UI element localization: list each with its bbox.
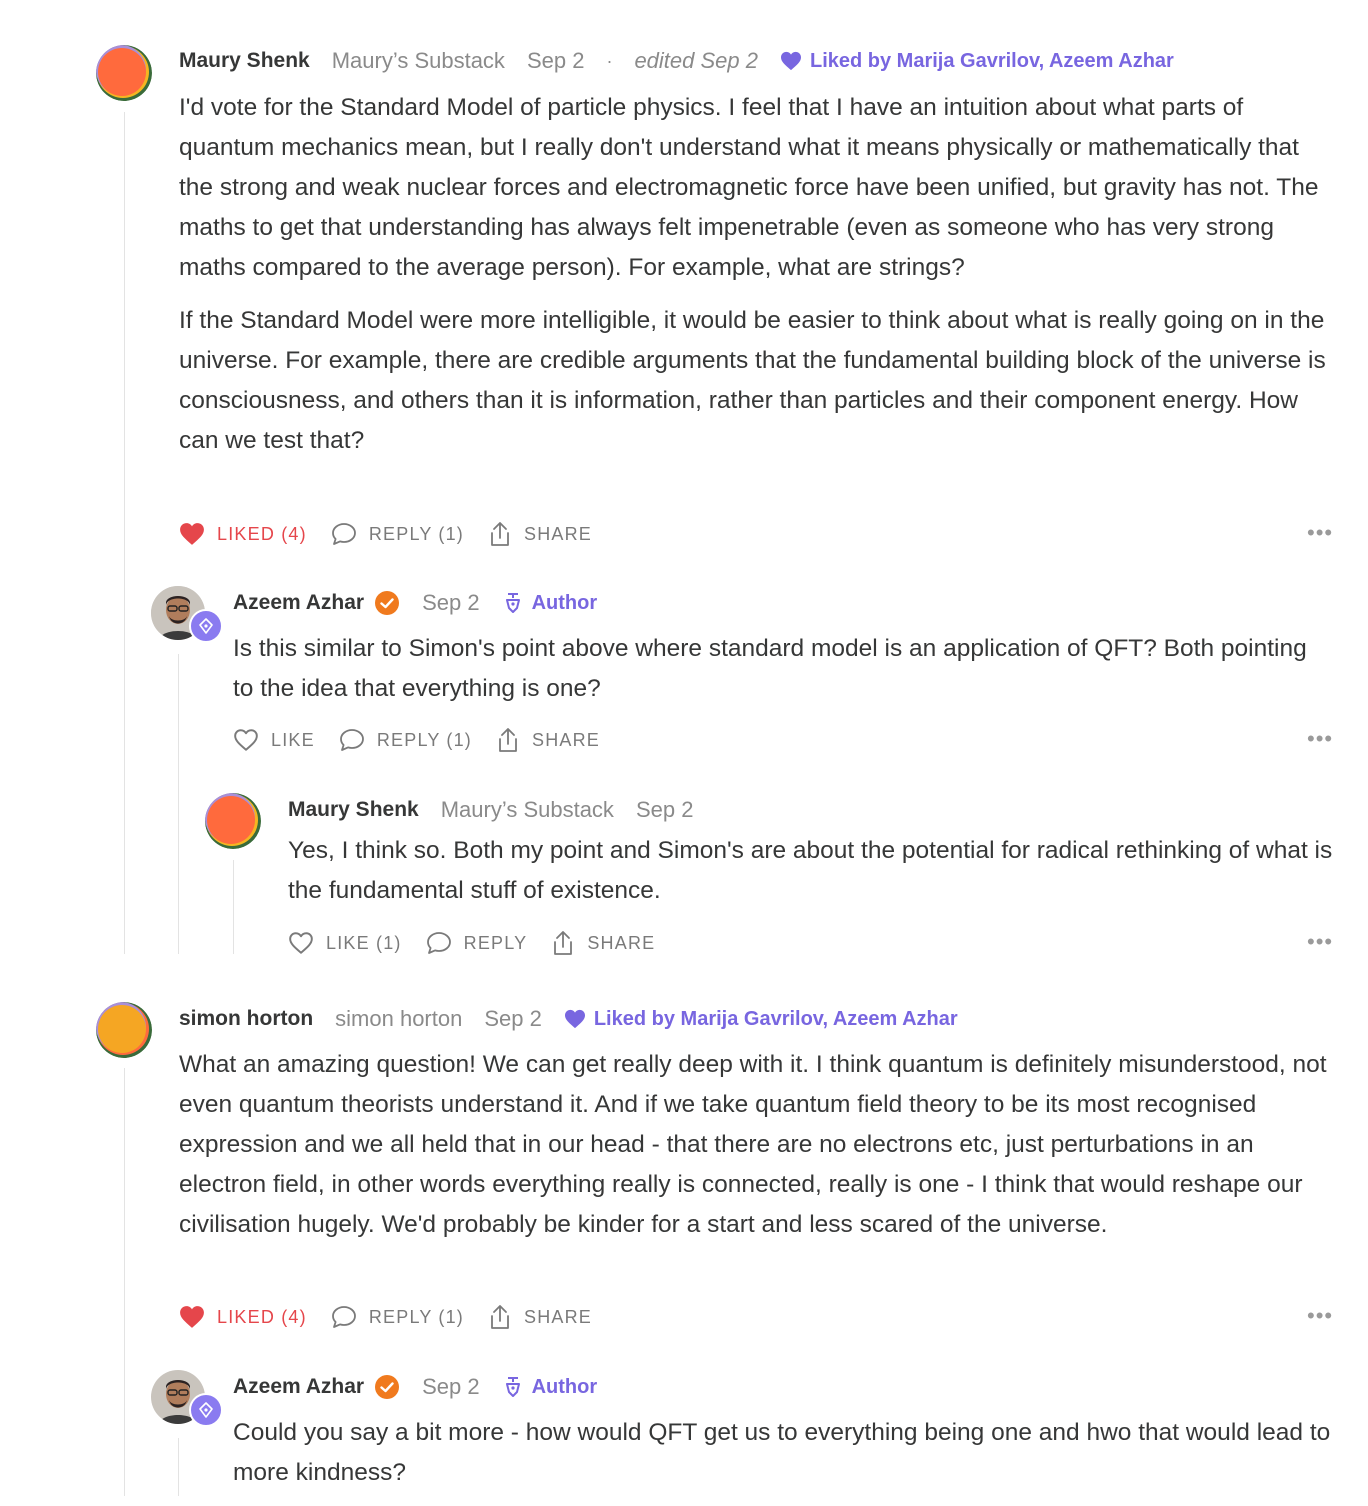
comment-body: I'd vote for the Standard Model of parti…: [179, 88, 1339, 474]
like-label: LIKE: [271, 729, 315, 750]
author-badge-icon: [189, 1393, 223, 1427]
comment-actions: LIKED (4) REPLY (1) SHARE: [179, 520, 616, 548]
avatar[interactable]: [96, 45, 152, 101]
comment-paragraph: Is this similar to Simon's point above w…: [233, 635, 1307, 702]
comment-header: simon horton simon horton Sep 2 Liked by…: [179, 1004, 958, 1034]
comment-actions: LIKE REPLY (1) SHARE: [233, 726, 624, 754]
comment-header: Maury Shenk Maury’s Substack Sep 2: [288, 795, 693, 825]
share-icon: [554, 931, 573, 955]
thread-line: [124, 112, 125, 954]
comment-bubble-icon: [426, 932, 451, 954]
author-name[interactable]: Azeem Azhar: [233, 1375, 364, 1399]
comment-date[interactable]: Sep 2: [636, 797, 694, 823]
comment-bubble-icon: [331, 523, 356, 545]
share-button[interactable]: SHARE: [551, 930, 655, 956]
verified-check-icon: [374, 1374, 400, 1400]
liked-by: Liked by Marija Gavrilov, Azeem Azhar: [780, 50, 1174, 73]
reply-button[interactable]: REPLY (1): [331, 1305, 464, 1329]
avatar[interactable]: [205, 793, 261, 849]
share-button[interactable]: SHARE: [488, 521, 592, 547]
comment-header: Maury Shenk Maury’s Substack Sep 2 · edi…: [179, 46, 1174, 76]
heart-outline-icon: [289, 932, 313, 954]
comment-actions: LIKE (1) REPLY SHARE: [288, 929, 679, 957]
comment-actions: LIKED (4) REPLY (1) SHARE: [179, 1303, 616, 1331]
more-options-icon[interactable]: •••: [1307, 929, 1333, 955]
heart-icon: [564, 1009, 585, 1029]
comment-date[interactable]: Sep 2: [484, 1006, 542, 1032]
author-tag-label: Author: [531, 1375, 598, 1398]
author-tag: Author: [504, 591, 598, 615]
thread-line: [178, 1438, 179, 1496]
comment-header: Azeem Azhar Sep 2 Author: [233, 588, 597, 618]
more-options-icon[interactable]: •••: [1307, 1303, 1333, 1329]
share-icon: [491, 1305, 509, 1329]
like-button[interactable]: LIKED (4): [179, 1305, 307, 1329]
author-name[interactable]: simon horton: [179, 1007, 313, 1031]
like-button[interactable]: LIKED (4): [179, 522, 307, 546]
edited-date: edited Sep 2: [634, 48, 758, 73]
reply-button[interactable]: REPLY (1): [339, 728, 472, 752]
comment-body: Is this similar to Simon's point above w…: [233, 629, 1333, 722]
publication-name[interactable]: Maury’s Substack: [332, 48, 505, 74]
comment-paragraph: What an amazing question! We can get rea…: [179, 1051, 1327, 1238]
author-tag: Author: [504, 1375, 598, 1399]
comment-paragraph: Yes, I think so. Both my point and Simon…: [288, 837, 1333, 904]
reply-button[interactable]: REPLY (1): [331, 522, 464, 546]
heart-outline-icon: [234, 729, 258, 751]
reply-label: REPLY (1): [368, 523, 464, 544]
comment-date[interactable]: Sep 2: [422, 590, 480, 616]
like-label: LIKE (1): [326, 932, 402, 953]
thread-line: [178, 654, 179, 954]
heart-icon: [780, 51, 801, 71]
liked-by-text: Liked by Marija Gavrilov, Azeem Azhar: [593, 1007, 958, 1030]
verified-check-icon: [374, 590, 400, 616]
like-button[interactable]: LIKE (1): [288, 931, 402, 955]
heart-filled-icon: [180, 1306, 204, 1328]
like-label: LIKED (4): [217, 1306, 307, 1327]
liked-by-text: Liked by Marija Gavrilov, Azeem Azhar: [809, 49, 1174, 72]
author-badge-icon: [189, 609, 223, 643]
liked-by: Liked by Marija Gavrilov, Azeem Azhar: [564, 1008, 958, 1031]
reply-label: REPLY (1): [368, 1306, 464, 1327]
thread-line: [233, 860, 234, 954]
share-icon: [499, 728, 517, 752]
share-icon: [491, 522, 509, 546]
thread-line: [124, 1068, 125, 1496]
pen-nib-icon: [505, 1377, 520, 1397]
comment-body: What an amazing question! We can get rea…: [179, 1045, 1339, 1258]
pen-nib-icon: [505, 593, 520, 613]
share-button[interactable]: SHARE: [496, 727, 600, 753]
share-label: SHARE: [532, 729, 601, 750]
separator: ·: [606, 50, 613, 71]
more-options-icon[interactable]: •••: [1307, 726, 1333, 752]
comment-date[interactable]: Sep 2: [527, 48, 585, 74]
comment-body: Yes, I think so. Both my point and Simon…: [288, 831, 1338, 924]
avatar[interactable]: [96, 1002, 152, 1058]
share-label: SHARE: [587, 932, 656, 953]
comment-paragraph: Could you say a bit more - how would QFT…: [233, 1419, 1331, 1486]
share-button[interactable]: SHARE: [488, 1304, 592, 1330]
publication-name[interactable]: Maury’s Substack: [441, 797, 614, 823]
author-name[interactable]: Maury Shenk: [179, 49, 310, 73]
publication-name[interactable]: simon horton: [335, 1006, 462, 1032]
author-name[interactable]: Maury Shenk: [288, 798, 419, 822]
author-name[interactable]: Azeem Azhar: [233, 591, 364, 615]
like-label: LIKED (4): [217, 523, 307, 544]
reply-label: REPLY (1): [376, 729, 472, 750]
comment-paragraph: I'd vote for the Standard Model of parti…: [179, 94, 1319, 281]
comment-bubble-icon: [339, 729, 364, 751]
reply-label: REPLY: [463, 932, 528, 953]
like-button[interactable]: LIKE: [233, 728, 315, 752]
share-label: SHARE: [524, 523, 593, 544]
comment-body: Could you say a bit more - how would QFT…: [233, 1413, 1333, 1506]
share-label: SHARE: [524, 1306, 593, 1327]
comment-date[interactable]: Sep 2: [422, 1374, 480, 1400]
heart-filled-icon: [180, 523, 204, 545]
more-options-icon[interactable]: •••: [1307, 520, 1333, 546]
comment-header: Azeem Azhar Sep 2 Author: [233, 1372, 597, 1402]
author-tag-label: Author: [531, 591, 598, 614]
reply-button[interactable]: REPLY: [426, 931, 528, 955]
comment-bubble-icon: [331, 1306, 356, 1328]
comment-paragraph: If the Standard Model were more intellig…: [179, 307, 1326, 454]
